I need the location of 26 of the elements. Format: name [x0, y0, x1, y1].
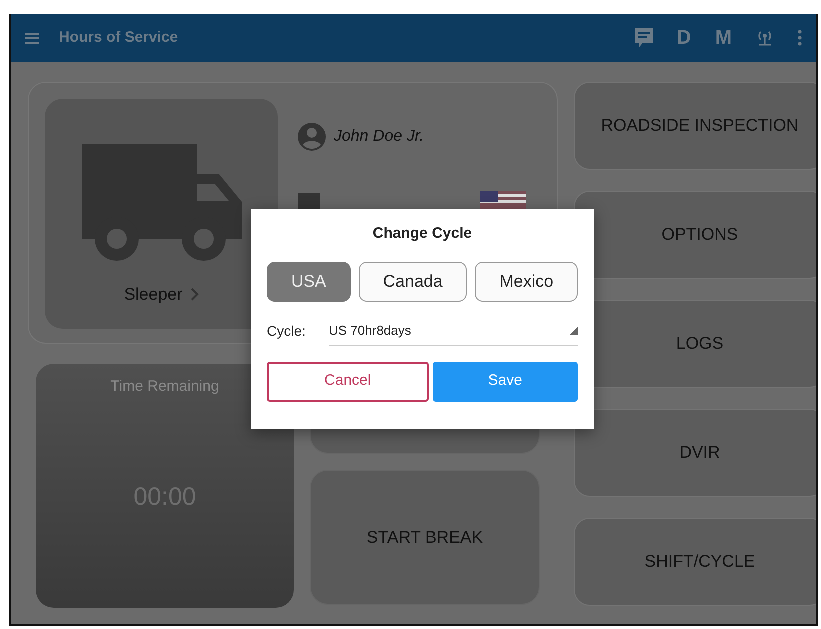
menu-icon[interactable] [25, 32, 39, 44]
chevron-right-icon [190, 288, 199, 301]
cycle-dropdown[interactable]: US 70hr8days [329, 318, 578, 346]
save-button[interactable]: Save [432, 362, 578, 402]
menu-button[interactable]: ROADSIDE INSPECTION [574, 82, 816, 170]
time-remaining-label: Time Remaining [110, 377, 220, 397]
status-label: Sleeper [124, 284, 183, 306]
driver-name: John Doe Jr. [334, 127, 424, 147]
toolbar-action[interactable]: M [715, 23, 732, 53]
message-icon[interactable] [634, 28, 653, 48]
country-toggle[interactable]: USA [267, 262, 351, 302]
flag-icon [480, 191, 526, 211]
person-icon [298, 123, 326, 151]
country-toggle[interactable]: Mexico [475, 262, 578, 302]
menu-button[interactable]: DVIR [574, 409, 816, 497]
dialog-title: Change Cycle [372, 224, 474, 244]
menu-button[interactable]: OPTIONS [574, 191, 816, 279]
app-title: Hours of Service [59, 28, 178, 48]
more-icon[interactable] [798, 30, 802, 46]
toolbar-action[interactable]: D [676, 23, 692, 53]
dropdown-icon [570, 327, 578, 335]
country-toggle[interactable]: Canada [358, 262, 468, 302]
signal-icon[interactable] [756, 29, 774, 47]
cancel-button[interactable]: Cancel [267, 362, 429, 402]
menu-button[interactable]: SHIFT/CYCLE [574, 518, 816, 606]
action-button[interactable]: START BREAK [310, 470, 540, 605]
